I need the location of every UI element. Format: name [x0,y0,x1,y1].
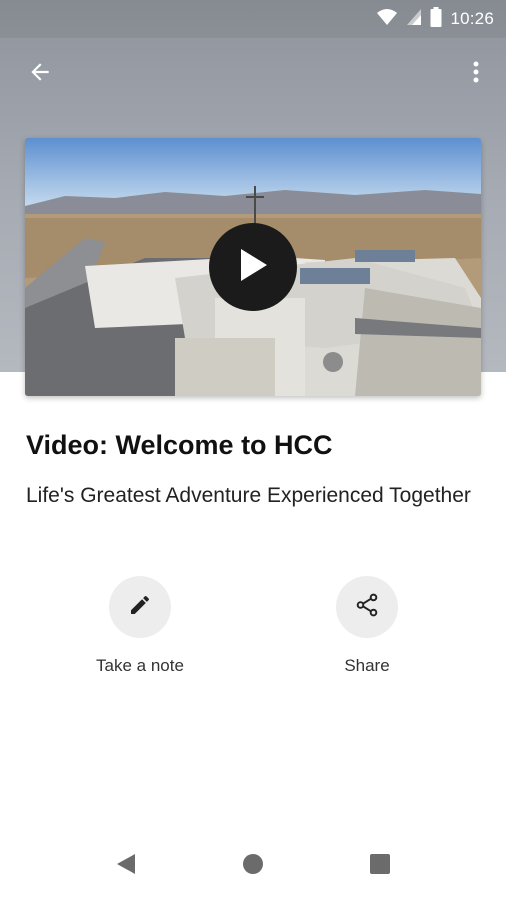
page-subtitle: Life's Greatest Adventure Experienced To… [26,484,471,507]
take-note-label: Take a note [96,656,184,675]
play-icon [235,245,271,290]
pencil-icon [128,593,152,622]
video-thumbnail[interactable] [25,138,481,396]
status-time: 10:26 [450,9,494,28]
signal-icon [406,8,422,31]
nav-back-button[interactable] [112,852,140,880]
nav-back-icon [115,852,137,881]
more-vert-icon [473,60,479,89]
status-bar: 10:26 [0,0,506,38]
arrow-left-icon [27,59,53,90]
nav-home-icon [242,853,264,880]
share-icon [354,592,380,623]
share-button[interactable] [336,576,398,638]
back-button[interactable] [20,56,60,92]
battery-icon [430,6,442,32]
nav-recents-button[interactable] [366,852,394,880]
share-label: Share [344,656,390,675]
take-note-button[interactable] [109,576,171,638]
share-action[interactable]: Share [297,576,437,676]
play-button[interactable] [209,223,297,311]
nav-home-button[interactable] [239,852,267,880]
page-title: Video: Welcome to HCC [26,430,333,460]
wifi-icon [376,8,398,31]
navigation-bar [0,830,506,900]
more-options-button[interactable] [464,56,488,92]
app-bar [0,38,506,110]
nav-recents-icon [369,853,391,880]
take-note-action[interactable]: Take a note [70,576,210,676]
